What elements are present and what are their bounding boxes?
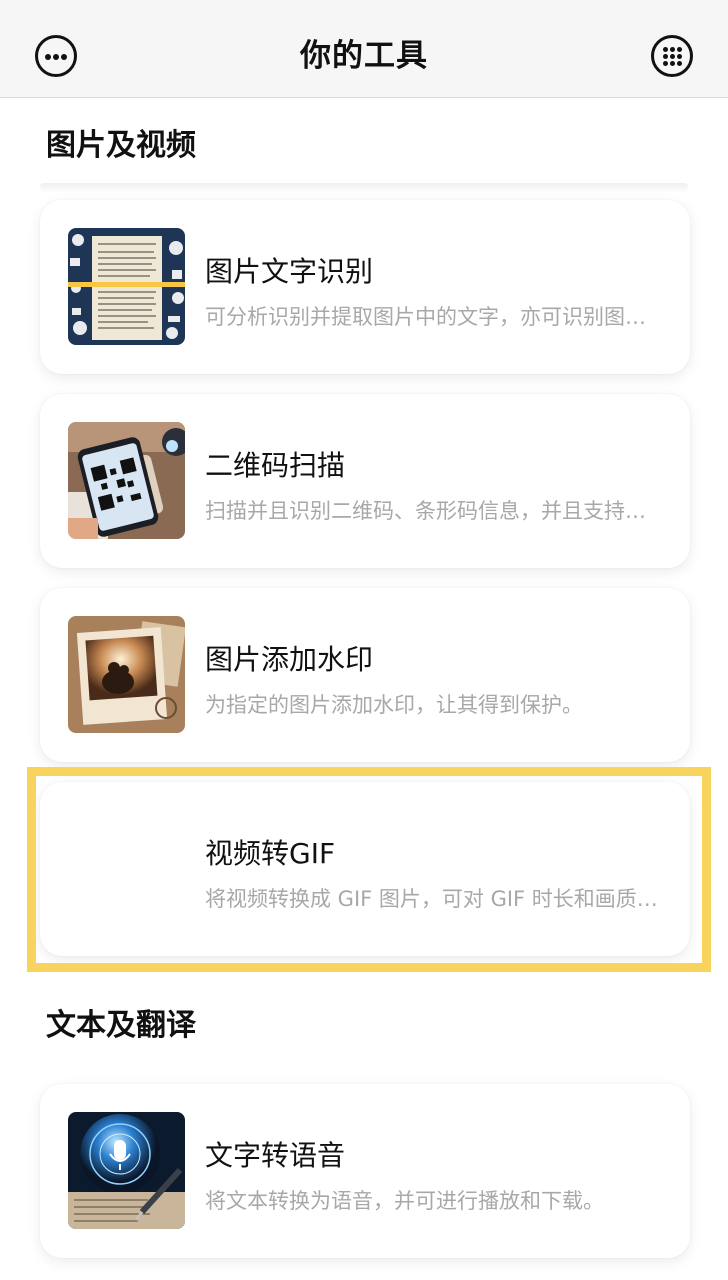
tool-desc: 可分析识别并提取图片中的文字，亦可识别图片中的各种文字信息 — [205, 305, 660, 329]
tool-desc: 将文本转换为语音，并可进行播放和下载。 — [205, 1189, 604, 1213]
tool-card-qr-scan[interactable]: 二维码扫描 扫描并且识别二维码、条形码信息，并且支持生成二维码 — [40, 394, 690, 568]
tool-desc: 为指定的图片添加水印，让其得到保护。 — [205, 693, 583, 717]
grid-menu-icon[interactable] — [651, 35, 693, 77]
tool-name: 图片添加水印 — [205, 643, 374, 676]
tool-card-ocr[interactable]: 图片文字识别 可分析识别并提取图片中的文字，亦可识别图片中的各种文字信息 — [40, 200, 690, 374]
tool-card-text-to-speech[interactable]: 文字转语音 将文本转换为语音，并可进行播放和下载。 — [40, 1084, 690, 1258]
tool-name: 文字转语音 — [205, 1139, 346, 1172]
ocr-thumbnail — [68, 228, 185, 345]
page-title: 你的工具 — [300, 38, 428, 74]
watermark-thumbnail — [68, 616, 185, 733]
tool-desc: 扫描并且识别二维码、条形码信息，并且支持生成二维码 — [205, 499, 660, 523]
tool-card-watermark[interactable]: 图片添加水印 为指定的图片添加水印，让其得到保护。 — [40, 588, 690, 762]
top-bar: 你的工具 — [0, 0, 728, 98]
tts-thumbnail — [68, 1112, 185, 1229]
qr-thumbnail — [68, 422, 185, 539]
selection-highlight — [27, 767, 711, 972]
section-title-text-translate: 文本及翻译 — [46, 1008, 196, 1043]
tool-name: 二维码扫描 — [205, 449, 346, 482]
section-title-image-video: 图片及视频 — [46, 128, 196, 163]
tool-name: 图片文字识别 — [205, 255, 374, 288]
scroll-fade — [40, 183, 688, 193]
